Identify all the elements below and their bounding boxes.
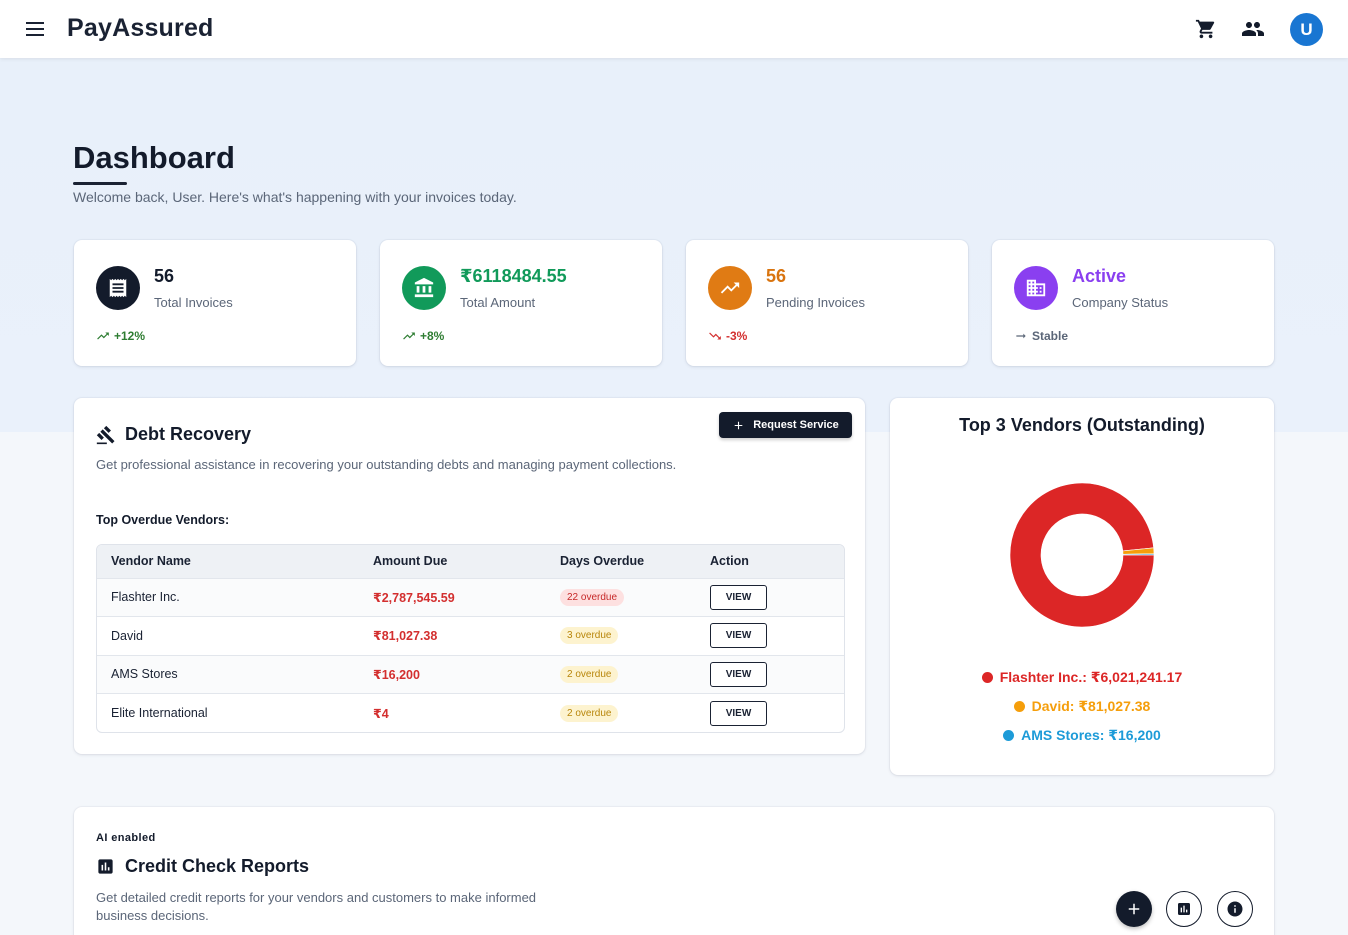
trending-down-icon <box>709 332 721 340</box>
column-header: Amount Due <box>359 545 546 578</box>
brand-logo[interactable]: PayAssured <box>67 14 214 43</box>
trending-up-icon <box>403 332 415 340</box>
stat-value: 56 <box>154 266 175 286</box>
credit-check-title: Credit Check Reports <box>125 856 310 876</box>
stat-label: Total Invoices <box>154 295 233 310</box>
vendor-name: Elite International <box>97 693 359 732</box>
stat-card-total-invoices: 56 Total Invoices +12% <box>74 240 356 366</box>
overdue-vendors-table: Vendor Name Amount Due Days Overdue Acti… <box>96 544 845 733</box>
receipt-icon <box>96 266 140 310</box>
donut-chart <box>1009 482 1155 628</box>
table-row: David ₹81,027.38 3 overdue VIEW <box>97 616 844 655</box>
overdue-badge: 22 overdue <box>560 588 625 606</box>
stat-trend: Stable <box>1014 329 1068 343</box>
stat-trend-value: +8% <box>420 329 445 343</box>
table-row: Flashter Inc. ₹2,787,545.59 22 overdue V… <box>97 577 844 617</box>
stat-trend: -3% <box>708 329 747 343</box>
request-service-button[interactable]: Request Service <box>719 412 852 438</box>
stat-label: Pending Invoices <box>766 295 866 310</box>
people-icon[interactable] <box>1240 16 1266 42</box>
page-subtitle: Welcome back, User. Here's what's happen… <box>73 189 517 205</box>
page-title: Dashboard <box>73 140 235 175</box>
cart-icon[interactable] <box>1193 16 1219 42</box>
debt-recovery-description: Get professional assistance in recoverin… <box>96 457 677 472</box>
amount-due: ₹4 <box>359 693 546 732</box>
amount-due: ₹16,200 <box>359 654 546 694</box>
building-icon <box>1014 266 1058 310</box>
legend-item[interactable]: David: ₹81,027.38 <box>890 698 1274 715</box>
table-header-row: Vendor Name Amount Due Days Overdue Acti… <box>97 545 844 578</box>
column-header: Vendor Name <box>97 545 359 578</box>
overdue-badge: 2 overdue <box>560 704 619 722</box>
stat-label: Company Status <box>1072 295 1169 310</box>
overdue-table-title: Top Overdue Vendors: <box>96 513 230 527</box>
legend-dot <box>981 672 993 683</box>
pie-slice-ams-stores[interactable] <box>1122 553 1155 556</box>
add-button[interactable] <box>1116 891 1152 927</box>
stat-value: ₹6118484.55 <box>460 266 567 286</box>
view-button[interactable]: VIEW <box>710 584 767 610</box>
request-service-label: Request Service <box>753 419 839 431</box>
plus-icon <box>1128 903 1140 915</box>
report-button[interactable] <box>1166 891 1202 927</box>
vendor-name: David <box>97 616 359 655</box>
stat-trend-value: -3% <box>726 329 748 343</box>
avatar[interactable]: U <box>1290 13 1323 46</box>
overdue-badge: 3 overdue <box>560 627 619 645</box>
stat-trend: +8% <box>402 329 444 343</box>
view-button[interactable]: VIEW <box>710 661 767 687</box>
table-row: Elite International ₹4 2 overdue VIEW <box>97 693 844 732</box>
bank-icon <box>402 266 446 310</box>
title-underline <box>73 182 127 185</box>
menu-icon[interactable] <box>22 17 48 41</box>
column-header: Days Overdue <box>546 545 696 578</box>
debt-recovery-title: Debt Recovery <box>125 424 252 444</box>
column-header: Action <box>696 545 844 578</box>
stat-card-pending-invoices: 56 Pending Invoices -3% <box>686 240 968 366</box>
credit-check-card: AI enabled Credit Check Reports Get deta… <box>74 807 1274 935</box>
legend-label: David: ₹81,027.38 <box>1031 698 1151 714</box>
legend-dot <box>1003 730 1015 741</box>
top-vendors-card: Top 3 Vendors (Outstanding) Flashter Inc… <box>890 398 1274 775</box>
debt-recovery-card: Debt Recovery Request Service Get profes… <box>74 398 865 754</box>
legend-label: AMS Stores: ₹16,200 <box>1021 727 1161 743</box>
trending-up-icon <box>708 266 752 310</box>
table-row: AMS Stores ₹16,200 2 overdue VIEW <box>97 654 844 694</box>
legend-dot <box>1013 701 1025 712</box>
legend-label: Flashter Inc.: ₹6,021,241.17 <box>999 669 1183 685</box>
chart-title: Top 3 Vendors (Outstanding) <box>959 415 1205 435</box>
legend-item[interactable]: AMS Stores: ₹16,200 <box>890 727 1274 744</box>
vendor-name: AMS Stores <box>97 654 359 694</box>
amount-due: ₹81,027.38 <box>359 616 546 655</box>
overdue-badge: 2 overdue <box>560 665 619 683</box>
gavel-icon <box>96 425 115 444</box>
app-bar: PayAssured U <box>0 0 1348 58</box>
ai-enabled-tag: AI enabled <box>96 832 156 844</box>
stat-trend: +12% <box>96 329 145 343</box>
stat-trend-value: Stable <box>1032 329 1069 343</box>
amount-due: ₹2,787,545.59 <box>359 577 546 617</box>
info-button[interactable] <box>1217 891 1253 927</box>
credit-check-description: Get detailed credit reports for your ven… <box>96 890 537 923</box>
plus-icon <box>734 421 743 429</box>
bar-chart-icon <box>1178 903 1190 915</box>
stat-card-company-status: Active Company Status Stable <box>992 240 1274 366</box>
stat-label: Total Amount <box>460 295 536 310</box>
view-button[interactable]: VIEW <box>710 623 767 649</box>
legend-item[interactable]: Flashter Inc.: ₹6,021,241.17 <box>890 669 1274 686</box>
vendor-name: Flashter Inc. <box>97 577 359 617</box>
bar-chart-icon <box>98 859 113 874</box>
arrow-right-icon <box>1016 333 1026 339</box>
stat-trend-value: +12% <box>114 329 146 343</box>
stat-card-total-amount: ₹6118484.55 Total Amount +8% <box>380 240 662 366</box>
stat-value: 56 <box>766 266 787 286</box>
trending-up-icon <box>97 332 109 340</box>
stat-value: Active <box>1072 266 1127 286</box>
info-icon <box>1227 901 1243 917</box>
view-button[interactable]: VIEW <box>710 700 767 726</box>
